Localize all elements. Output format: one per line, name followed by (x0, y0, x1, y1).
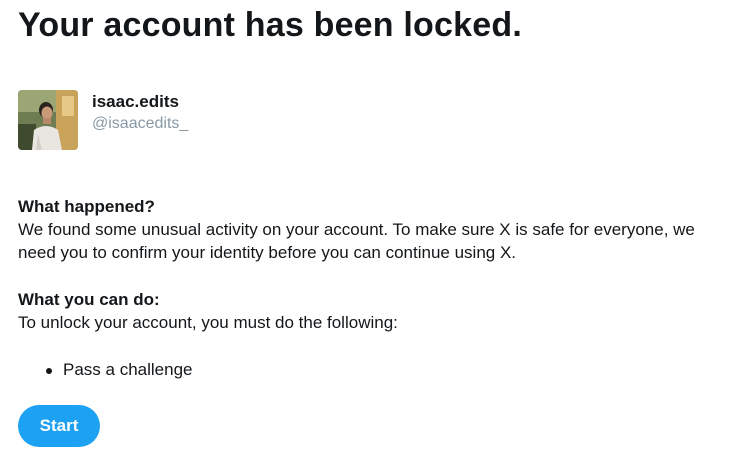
page-title: Your account has been locked. (18, 6, 522, 44)
account-locked-page: Your account has been locked. isaac.edit… (0, 0, 732, 462)
what-happened-body: We found some unusual activity on your a… (18, 218, 723, 264)
step-label: Pass a challenge (63, 360, 193, 379)
what-happened-section: What happened? We found some unusual act… (18, 196, 723, 264)
what-happened-line-1: We found some unusual activity on your a… (18, 220, 695, 239)
what-happened-line-2: need you to confirm your identity before… (18, 243, 517, 262)
profile-text: isaac.edits @isaacedits_ (92, 92, 188, 134)
bullet-icon (46, 368, 52, 374)
what-you-can-do-section: What you can do: To unlock your account,… (18, 289, 723, 334)
display-name: isaac.edits (92, 92, 179, 111)
what-happened-heading: What happened? (18, 197, 155, 216)
start-button[interactable]: Start (18, 405, 100, 447)
profile-card: isaac.edits @isaacedits_ (18, 90, 188, 150)
list-item: Pass a challenge (18, 359, 192, 381)
user-handle: @isaacedits_ (92, 115, 189, 132)
what-you-can-do-heading: What you can do: (18, 290, 160, 309)
what-you-can-do-body: To unlock your account, you must do the … (18, 313, 398, 332)
steps-list: Pass a challenge (18, 359, 192, 381)
avatar (18, 90, 78, 150)
user-photo-icon (18, 90, 78, 150)
